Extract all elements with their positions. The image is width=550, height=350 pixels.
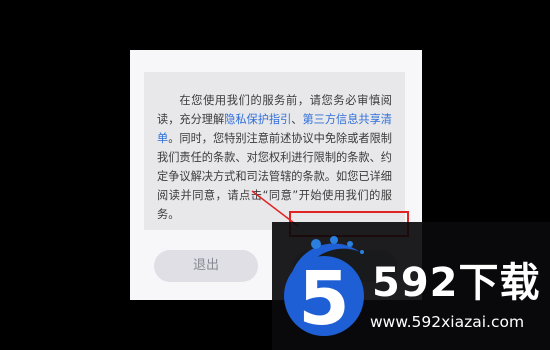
watermark-brand: 592下载	[372, 260, 541, 306]
logo-dot	[330, 236, 338, 244]
logo-digit: 5	[298, 256, 350, 342]
logo-dot	[311, 239, 321, 249]
site-logo: 5	[284, 236, 364, 342]
logo-dot	[347, 241, 353, 247]
watermark-url: www.592xiazai.com	[370, 313, 525, 331]
logo-dot	[360, 250, 364, 254]
watermark-overlay: 5 592下载 www.592xiazai.com	[272, 222, 550, 350]
